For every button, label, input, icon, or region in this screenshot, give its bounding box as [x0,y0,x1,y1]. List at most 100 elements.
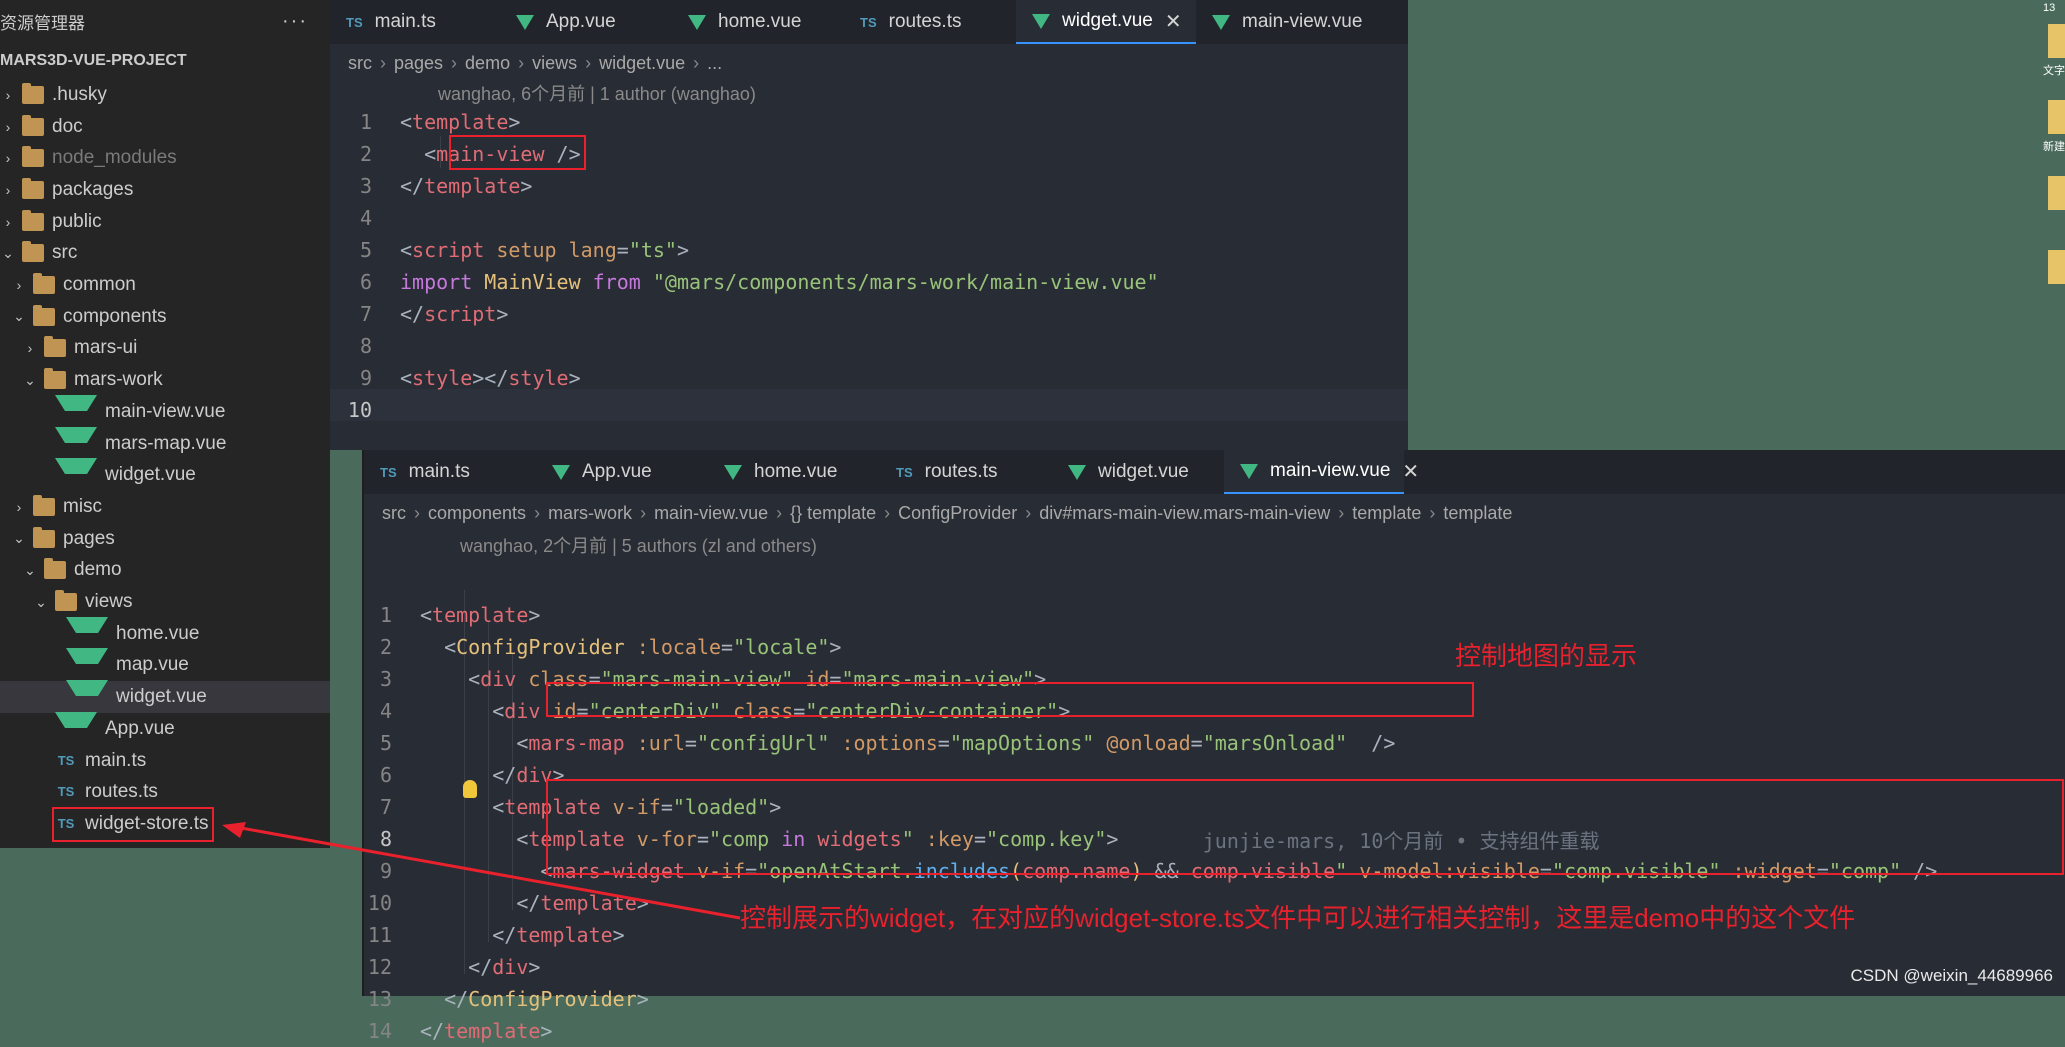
tree-item[interactable]: App.vue [0,711,330,745]
chevron-right-icon[interactable]: › [0,87,16,103]
desktop-label: 新建 [2043,141,2065,153]
code-line[interactable]: 1 < template > [364,599,540,631]
chevron-down-icon[interactable]: ⌄ [11,530,27,547]
tree-item[interactable]: widget.vue [0,680,330,713]
breadcrumb: src › components › mars-work › main-view.vue › {… [382,498,1512,528]
tree-item[interactable]: ⌄ demo [0,555,330,587]
breadcrumb-item[interactable]: {} template [790,503,876,524]
breadcrumb-separator-icon: › [1025,502,1032,523]
code-line[interactable]: 6 </div > [364,759,565,791]
breadcrumb-item[interactable]: mars-work [548,503,632,524]
breadcrumb-item[interactable]: src [348,53,372,74]
breadcrumb-item[interactable]: src [382,503,406,524]
tree-item[interactable]: › node_modules [0,142,330,174]
code-line[interactable]: 11 </template > [364,919,625,951]
desktop-file-icon[interactable] [2048,250,2065,284]
breadcrumb-item[interactable]: pages [394,53,443,74]
tab-routes-ts[interactable]: TS routes.ts [880,450,1052,494]
chevron-down-icon[interactable]: ⌄ [22,562,38,579]
tab-widget-vue[interactable]: widget.vue ✕ [1016,0,1196,44]
tree-item[interactable]: › doc [0,111,330,143]
breadcrumb-item[interactable]: ConfigProvider [898,503,1017,524]
chevron-right-icon[interactable]: › [0,119,16,135]
breadcrumb-item[interactable]: components [428,503,526,524]
breadcrumb-item[interactable]: ... [707,53,722,74]
code-line[interactable]: 3 </template > [330,170,533,202]
chevron-down-icon[interactable]: ⌄ [11,308,27,325]
code-line[interactable]: 8 [330,330,400,362]
tree-item[interactable]: ⌄ views [0,586,330,618]
tree-item[interactable]: › packages [0,174,330,206]
desktop-file-icon[interactable] [2048,100,2065,134]
tree-item[interactable]: home.vue [0,616,330,650]
codelens-blame[interactable]: wanghao, 6个月前 | 1 author (wanghao) [438,80,756,106]
breadcrumb-item[interactable]: template [1443,503,1512,524]
tab-main-ts[interactable]: TS main.ts [330,0,500,44]
code-line[interactable]: 5 < mars-map :url = "configUrl" :options = "m… [364,727,1395,759]
more-actions-icon[interactable]: ··· [282,10,308,33]
code-line[interactable]: 6 import MainView from "@mars/components/… [330,266,1159,298]
vue-file-icon [1212,14,1230,30]
chevron-down-icon[interactable]: ⌄ [22,372,38,389]
desktop-file-icon[interactable] [2048,24,2065,58]
breadcrumb-item[interactable]: template [1352,503,1421,524]
project-root[interactable]: MARS3D-VUE-PROJECT [0,42,330,80]
close-icon[interactable]: ✕ [1165,9,1182,34]
tab-main-ts[interactable]: TS main.ts [364,450,536,494]
tab-widget-vue[interactable]: widget.vue [1052,450,1224,494]
tab-App-vue[interactable]: App.vue [500,0,672,44]
code-line[interactable]: 1 < template > [330,106,520,138]
tab-home-vue[interactable]: home.vue [708,450,880,494]
code-token: < [420,827,529,851]
chevron-down-icon[interactable]: ⌄ [33,594,49,611]
chevron-right-icon[interactable]: › [0,182,16,198]
code-token: > [496,302,509,326]
breadcrumb-item[interactable]: widget.vue [599,53,685,74]
code-line[interactable]: 13 </ConfigProvider > [364,983,649,1015]
tab-home-vue[interactable]: home.vue [672,0,844,44]
codelens-blame[interactable]: wanghao, 2个月前 | 5 authors (zl and others… [460,532,817,558]
code-token: < [420,699,505,723]
chevron-right-icon[interactable]: › [0,150,16,166]
tree-item[interactable]: widget.vue [0,458,330,491]
breadcrumb-item[interactable]: main-view.vue [654,503,768,524]
code-line[interactable]: 4 [330,202,400,234]
breadcrumb-item[interactable]: demo [465,53,510,74]
tree-item[interactable]: › mars-ui [0,333,330,365]
chevron-right-icon[interactable]: › [0,214,16,230]
tree-item[interactable]: › .husky [0,79,330,111]
chevron-down-icon[interactable]: ⌄ [0,245,16,262]
desktop-file-icon[interactable] [2048,176,2065,210]
tab-App-vue[interactable]: App.vue [536,450,708,494]
code-line[interactable]: 5 < script setup lang = "ts" > [330,234,689,266]
code-line[interactable]: 10 [330,394,400,426]
close-icon[interactable]: ✕ [1402,459,1419,484]
tree-item[interactable]: map.vue [0,648,330,682]
tab-routes-ts[interactable]: TS routes.ts [844,0,1016,44]
code-line[interactable]: 9 < style ></style > [330,362,581,394]
tree-item[interactable]: › common [0,269,330,301]
tree-item[interactable]: main-view.vue [0,394,330,428]
chevron-right-icon[interactable]: › [22,340,38,356]
tree-item[interactable]: ⌄ src [0,238,330,270]
tab-main-view-vue[interactable]: main-view.vue [1196,0,1386,44]
tree-item[interactable]: › public [0,206,330,238]
tree-item[interactable]: mars-map.vue [0,426,330,460]
tab-main-view-vue[interactable]: main-view.vue ✕ [1224,450,1419,494]
line-number: 6 [359,270,372,294]
code-line[interactable]: 12 </div > [364,951,541,983]
tree-item[interactable]: ⌄ pages [0,523,330,555]
tree-item[interactable]: ⌄ mars-work [0,364,330,396]
breadcrumb-item[interactable]: views [532,53,577,74]
code-line[interactable]: 10 </template > [364,887,649,919]
code-line[interactable]: 7 </script > [330,298,508,330]
chevron-right-icon[interactable]: › [11,277,27,293]
tree-item[interactable]: TS routes.ts [0,776,330,808]
tree-item[interactable]: ⌄ components [0,301,330,333]
code-line[interactable]: 2 < ConfigProvider :locale = "locale" > [364,631,842,663]
tree-item[interactable]: TS main.ts [0,745,330,777]
chevron-right-icon[interactable]: › [11,499,27,515]
tree-item[interactable]: › misc [0,491,330,523]
breadcrumb-item[interactable]: div#mars-main-view.mars-main-view [1039,503,1330,524]
code-line[interactable]: 14 </template > [364,1015,553,1047]
